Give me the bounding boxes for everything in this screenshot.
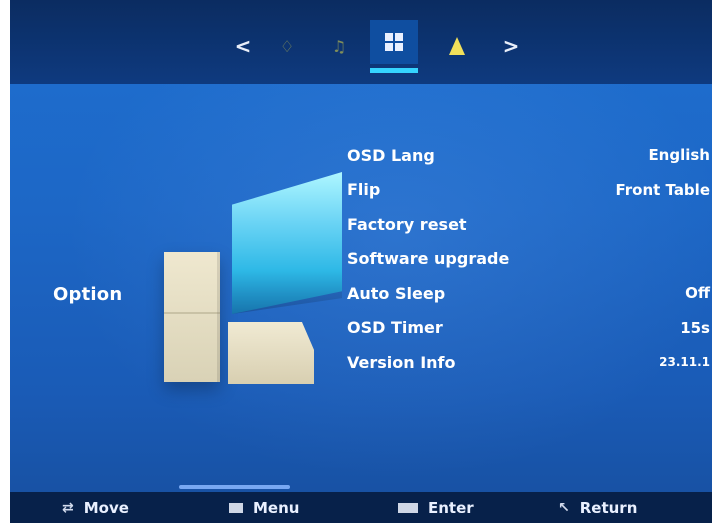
- hint-label: Menu: [253, 499, 300, 517]
- menu-item-value: 23.11.1: [659, 355, 710, 370]
- hint-label: Enter: [428, 499, 474, 517]
- menu-item-label: OSD Timer: [347, 318, 443, 338]
- option-illustration-bottom-block: [228, 322, 314, 384]
- menu-item-value: English: [648, 146, 710, 165]
- audio-icon-glyph: ♫: [331, 36, 347, 56]
- hint-label: Move: [83, 499, 129, 517]
- audio-icon[interactable]: ♫: [322, 28, 356, 64]
- menu-item-flip[interactable]: Flip Front Table: [347, 173, 712, 208]
- active-tab-indicator: [370, 68, 418, 73]
- picture-icon-glyph: ♢: [279, 36, 295, 56]
- menu-item-version-info[interactable]: Version Info 23.11.1: [347, 345, 712, 380]
- menu-key-icon: [229, 503, 243, 513]
- option-icon: [385, 33, 403, 51]
- hint-return: ↖ Return: [558, 497, 637, 519]
- setup-icon: [449, 37, 465, 55]
- hint-enter: Enter: [398, 497, 474, 519]
- nav-prev-arrow-icon[interactable]: <: [226, 28, 260, 64]
- hint-move: ⇄ Move: [62, 497, 129, 519]
- option-menu: OSD Lang English Flip Front Table Factor…: [347, 138, 712, 380]
- ok-key-icon: [398, 503, 418, 513]
- top-navigation-bar: < ♢ ♫ >: [10, 0, 712, 84]
- scrollbar[interactable]: [179, 485, 290, 489]
- menu-item-value: Off: [685, 284, 710, 303]
- menu-item-factory-reset[interactable]: Factory reset: [347, 207, 712, 242]
- menu-item-label: Version Info: [347, 352, 456, 372]
- option-tab[interactable]: [370, 20, 418, 64]
- option-illustration-panel-shade: [232, 270, 342, 314]
- picture-icon[interactable]: ♢: [270, 28, 304, 64]
- tv-osd-screen: < ♢ ♫ > Option OSD Lang English Flip Fro…: [10, 0, 712, 523]
- menu-item-label: Flip: [347, 180, 381, 200]
- menu-item-label: Auto Sleep: [347, 283, 446, 303]
- menu-item-label: OSD Lang: [347, 145, 435, 165]
- hint-label: Return: [579, 499, 638, 517]
- menu-item-value: Front Table: [615, 180, 710, 199]
- menu-item-software-upgrade[interactable]: Software upgrade: [347, 242, 712, 277]
- nav-next-arrow-icon[interactable]: >: [494, 28, 528, 64]
- setup-tab[interactable]: [440, 28, 474, 64]
- menu-item-osd-lang[interactable]: OSD Lang English: [347, 138, 712, 173]
- menu-item-label: Factory reset: [347, 214, 467, 234]
- menu-item-value: 15s: [680, 318, 710, 337]
- menu-item-label: Software upgrade: [347, 249, 510, 269]
- menu-item-osd-timer[interactable]: OSD Timer 15s: [347, 311, 712, 346]
- section-title: Option: [53, 284, 123, 305]
- return-icon: ↖: [558, 500, 570, 516]
- menu-item-auto-sleep[interactable]: Auto Sleep Off: [347, 276, 712, 311]
- move-icon: ⇄: [62, 500, 74, 516]
- hint-menu: Menu: [229, 497, 299, 519]
- option-illustration-left-block: [164, 252, 220, 382]
